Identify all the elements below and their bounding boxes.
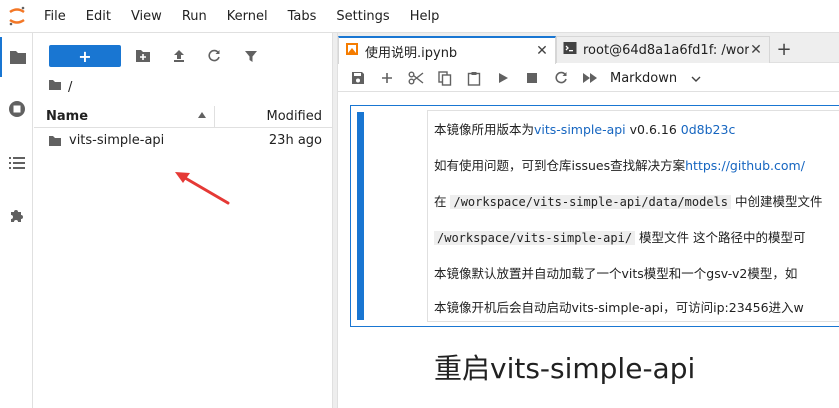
tab-terminal[interactable]: root@64d8a1a6fd1f: /worl ✕: [556, 36, 770, 63]
markdown-line: /workspace/vits-simple-api/ 模型文件 这个路径中的模…: [434, 227, 806, 246]
inline-code: /workspace/vits-simple-api/: [434, 231, 636, 245]
notebook-toolbar: Markdown: [338, 64, 839, 92]
tab-terminal-label: root@64d8a1a6fd1f: /worl: [583, 42, 749, 58]
main-dock-area: 使用说明.ipynb ✕ root@64d8a1a6fd1f: /worl ✕ …: [338, 33, 839, 408]
menu-help[interactable]: Help: [400, 0, 450, 33]
close-icon[interactable]: ✕: [535, 43, 549, 59]
plus-icon: +: [78, 46, 92, 66]
restart-kernel-icon[interactable]: [549, 66, 573, 90]
file-browser-panel: + / Name Modified vits-simple-api 23h ag…: [34, 33, 332, 408]
inline-code: /workspace/vits-simple-api/data/models: [450, 195, 732, 209]
restart-run-all-icon[interactable]: [578, 66, 602, 90]
markdown-line: 在 /workspace/vits-simple-api/data/models…: [434, 191, 823, 210]
markdown-line: 本镜像开机后会自动启动vits-simple-api，可访问ip:23456进入…: [434, 300, 804, 315]
folder-icon: [48, 79, 62, 95]
table-of-contents-icon[interactable]: [0, 143, 33, 183]
filter-icon[interactable]: [239, 44, 263, 68]
sort-ascending-icon[interactable]: [198, 112, 206, 118]
menu-run[interactable]: Run: [172, 0, 217, 33]
column-divider[interactable]: [214, 106, 215, 128]
markdown-cell[interactable]: 本镜像所用版本为vits-simple-api v0.6.16 0d8b23c …: [350, 105, 839, 327]
paste-icon[interactable]: [462, 66, 486, 90]
run-icon[interactable]: [491, 66, 515, 90]
version-text: v0.6.16: [625, 122, 681, 137]
close-icon[interactable]: ✕: [749, 42, 763, 58]
menu-bar: File Edit View Run Kernel Tabs Settings …: [0, 0, 839, 33]
new-folder-icon[interactable]: [131, 44, 155, 68]
file-name[interactable]: vits-simple-api: [69, 133, 164, 148]
upload-icon[interactable]: [167, 44, 191, 68]
plus-icon: +: [776, 38, 792, 60]
menu-kernel[interactable]: Kernel: [217, 0, 278, 33]
running-sessions-icon[interactable]: [0, 89, 33, 129]
cell-rendered-markdown: 本镜像所用版本为vits-simple-api v0.6.16 0d8b23c …: [427, 110, 839, 322]
add-tab-button[interactable]: +: [772, 38, 796, 60]
extension-manager-icon[interactable]: [0, 196, 33, 236]
file-browser-toolbar: +: [34, 41, 332, 71]
annotation-arrow: [175, 172, 230, 205]
markdown-heading: 重启vits-simple-api: [434, 352, 696, 385]
cell-type-value: Markdown: [610, 70, 678, 86]
tab-notebook[interactable]: 使用说明.ipynb ✕: [338, 36, 556, 64]
folder-icon: [48, 135, 62, 151]
file-list-item[interactable]: vits-simple-api 23h ago: [34, 131, 332, 153]
file-modified: 23h ago: [268, 133, 322, 148]
file-browser-icon[interactable]: [0, 37, 33, 77]
menu-view[interactable]: View: [121, 0, 172, 33]
cut-icon[interactable]: [404, 66, 428, 90]
commit-link[interactable]: 0d8b23c: [681, 122, 736, 137]
left-sidebar: [0, 33, 33, 408]
column-modified-header[interactable]: Modified: [267, 109, 322, 124]
column-name-header[interactable]: Name: [46, 109, 88, 124]
menu-settings[interactable]: Settings: [326, 0, 399, 33]
terminal-icon: [563, 41, 577, 59]
stop-icon[interactable]: [520, 66, 544, 90]
line-text: 中创建模型文件: [731, 194, 823, 209]
chevron-down-icon: [691, 71, 701, 86]
save-icon[interactable]: [346, 66, 370, 90]
breadcrumb-path[interactable]: /: [68, 80, 72, 95]
github-link[interactable]: https://github.com/: [685, 158, 805, 173]
line-text: 本镜像所用版本为: [434, 122, 535, 137]
menu-file[interactable]: File: [34, 0, 76, 33]
file-list-header: Name Modified: [34, 106, 332, 128]
notebook-icon: [345, 42, 359, 60]
new-launcher-button[interactable]: +: [49, 45, 121, 67]
line-text: 在: [434, 194, 451, 209]
menu-tabs[interactable]: Tabs: [278, 0, 327, 33]
markdown-line: 本镜像默认放置并自动加载了一个vits模型和一个gsv-v2模型，如: [434, 266, 798, 281]
copy-icon[interactable]: [433, 66, 457, 90]
breadcrumb[interactable]: /: [48, 77, 72, 97]
line-text: 模型文件 这个路径中的模型可: [635, 230, 806, 245]
markdown-line: 本镜像所用版本为vits-simple-api v0.6.16 0d8b23c: [434, 119, 735, 138]
refresh-icon[interactable]: [202, 44, 226, 68]
tab-notebook-label: 使用说明.ipynb: [365, 45, 458, 61]
cell-type-dropdown[interactable]: Markdown: [610, 67, 701, 89]
insert-cell-icon[interactable]: [375, 66, 399, 90]
jupyter-logo-icon: [0, 0, 34, 33]
tab-bar: 使用说明.ipynb ✕ root@64d8a1a6fd1f: /worl ✕ …: [338, 33, 839, 64]
repo-link[interactable]: vits-simple-api: [534, 122, 626, 137]
markdown-line: 如有使用问题，可到仓库issues查找解决方案https://github.co…: [434, 155, 805, 174]
line-text: 如有使用问题，可到仓库issues查找解决方案: [434, 158, 686, 173]
cell-collapser[interactable]: [357, 112, 364, 320]
menu-edit[interactable]: Edit: [76, 0, 121, 33]
